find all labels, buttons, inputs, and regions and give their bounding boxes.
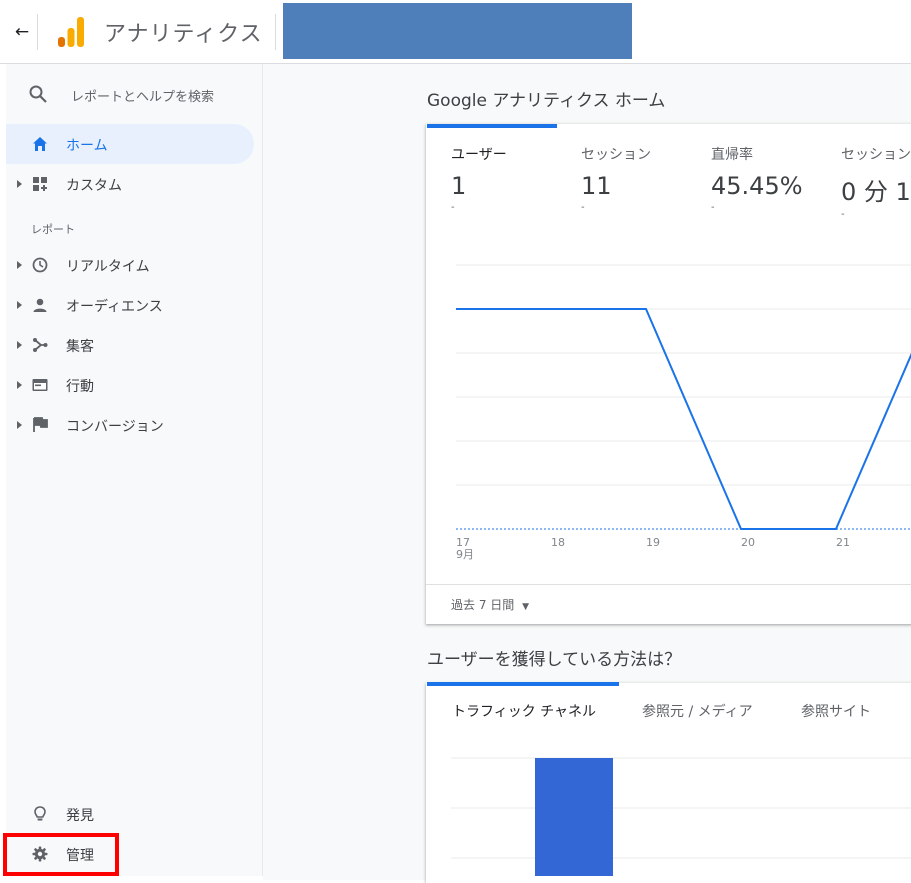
sidebar-item-audience[interactable]: オーディエンス bbox=[6, 285, 254, 325]
users-line-chart: 17 18 19 20 219月 bbox=[456, 264, 911, 561]
tab-traffic-channel[interactable]: トラフィック チャネル bbox=[452, 701, 596, 721]
date-range-label: 過去 7 日間 bbox=[451, 598, 515, 612]
redacted-account-selector[interactable] bbox=[283, 3, 632, 59]
x-month-label: 9月 bbox=[456, 548, 474, 561]
person-icon bbox=[33, 298, 47, 312]
sidebar-item-label: コンバージョン bbox=[66, 419, 164, 435]
search-bar[interactable]: レポートとヘルプを検索 bbox=[6, 74, 262, 114]
metric-label: セッション bbox=[581, 147, 651, 163]
metric-session-duration[interactable]: セッション 0 分 1 - bbox=[841, 144, 911, 220]
section-label-reports: レポート bbox=[31, 223, 75, 236]
dropdown-arrow-icon: ▼ bbox=[522, 602, 530, 612]
sidebar-item-label: 行動 bbox=[66, 379, 94, 395]
top-bar: ← アナリティクス bbox=[0, 0, 911, 64]
acquisition-title: ユーザーを獲得している方法は？ bbox=[427, 650, 682, 670]
expand-caret-icon bbox=[17, 301, 22, 309]
metric-bounce-rate[interactable]: 直帰率 45.45% - bbox=[711, 144, 803, 213]
sidebar-item-label: リアルタイム bbox=[66, 259, 150, 275]
sidebar-item-discover[interactable]: 発見 bbox=[6, 794, 254, 834]
lightbulb-icon bbox=[34, 806, 46, 821]
flag-icon bbox=[33, 417, 48, 432]
home-icon bbox=[33, 137, 47, 151]
x-tick-label: 19 bbox=[646, 536, 660, 549]
tab-referrals[interactable]: 参照サイト bbox=[801, 701, 871, 721]
sidebar-item-label: カスタム bbox=[66, 178, 122, 194]
metric-label: セッション bbox=[841, 147, 911, 163]
expand-caret-icon bbox=[17, 341, 22, 349]
series-line bbox=[456, 308, 911, 530]
analytics-logo-icon bbox=[58, 17, 84, 47]
expand-caret-icon bbox=[17, 261, 22, 269]
metric-sessions[interactable]: セッション 11 - bbox=[581, 144, 651, 213]
active-tab-indicator bbox=[427, 682, 619, 686]
metric-label: 直帰率 bbox=[711, 147, 753, 163]
dashboard-icon bbox=[33, 177, 47, 191]
expand-caret-icon bbox=[17, 421, 22, 429]
metric-value: 0 分 1 bbox=[841, 178, 911, 206]
metric-delta: - bbox=[841, 209, 845, 220]
date-range-selector[interactable]: 過去 7 日間 ▼ bbox=[451, 596, 529, 613]
arrow-back-icon[interactable]: ← bbox=[9, 20, 35, 44]
sidebar-item-label: ホーム bbox=[66, 138, 108, 154]
expand-caret-icon bbox=[17, 381, 22, 389]
clock-icon bbox=[32, 257, 48, 273]
behavior-icon bbox=[32, 379, 48, 391]
x-tick-label: 20 bbox=[741, 536, 755, 549]
expand-caret-icon bbox=[17, 180, 22, 188]
sidebar-item-custom[interactable]: カスタム bbox=[6, 164, 254, 204]
sidebar-item-acquisition[interactable]: 集客 bbox=[6, 325, 254, 365]
sidebar-item-behavior[interactable]: 行動 bbox=[6, 365, 254, 405]
search-input[interactable]: レポートとヘルプを検索 bbox=[71, 86, 214, 105]
admin-highlight-box bbox=[3, 833, 119, 876]
metric-label: ユーザー bbox=[451, 147, 507, 163]
bar bbox=[535, 758, 613, 876]
metric-delta: - bbox=[451, 202, 455, 213]
sidebar-item-home[interactable]: ホーム bbox=[6, 124, 254, 164]
sidebar-item-conversions[interactable]: コンバージョン bbox=[6, 405, 254, 445]
x-tick-label: 21 bbox=[836, 536, 850, 549]
search-icon bbox=[29, 85, 47, 103]
x-tick-label: 18 bbox=[551, 536, 565, 549]
divider bbox=[426, 584, 911, 585]
metric-value: 45.45% bbox=[711, 172, 803, 200]
acquisition-icon bbox=[33, 338, 48, 352]
acquisition-bar-chart bbox=[451, 757, 911, 876]
page-title: Google アナリティクス ホーム bbox=[427, 91, 666, 111]
active-metric-indicator bbox=[427, 124, 557, 128]
metric-delta: - bbox=[711, 202, 715, 213]
metric-value: 11 bbox=[581, 172, 612, 200]
metric-value: 1 bbox=[451, 172, 467, 200]
metric-delta: - bbox=[581, 202, 585, 213]
sidebar-item-label: 集客 bbox=[66, 339, 94, 355]
sidebar-item-label: オーディエンス bbox=[66, 299, 163, 315]
divider bbox=[37, 14, 38, 50]
sidebar-item-label: 発見 bbox=[66, 808, 94, 824]
metric-users[interactable]: ユーザー 1 - bbox=[451, 144, 507, 213]
sidebar: レポートとヘルプを検索 ホーム カスタム レポート リアルタイム オーディエンス… bbox=[6, 64, 263, 876]
divider bbox=[275, 14, 276, 50]
tab-source-medium[interactable]: 参照元 / メディア bbox=[642, 701, 753, 721]
app-title: アナリティクス bbox=[104, 22, 263, 47]
sidebar-item-realtime[interactable]: リアルタイム bbox=[6, 245, 254, 285]
